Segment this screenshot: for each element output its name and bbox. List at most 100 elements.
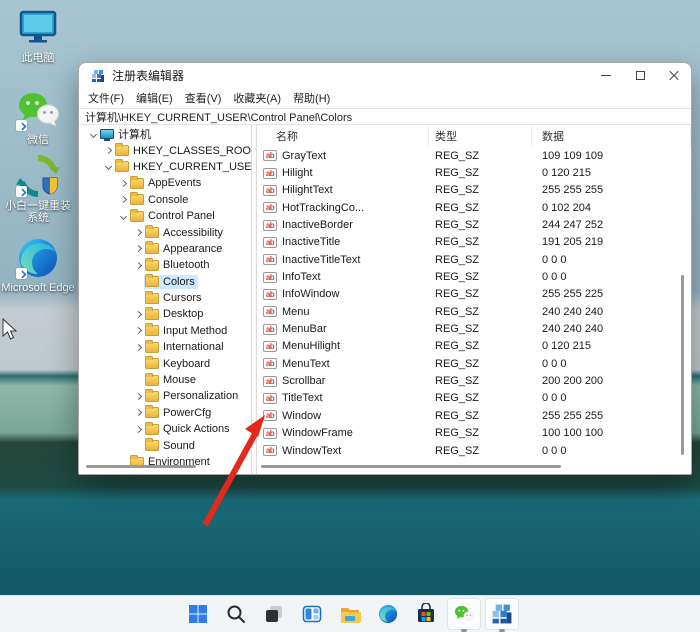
menu-item[interactable]: 文件(F) xyxy=(82,88,130,108)
tree-horizontal-scrollbar[interactable] xyxy=(86,465,196,468)
tree-item[interactable]: Sound xyxy=(79,437,251,453)
expander-chevron-icon[interactable] xyxy=(102,147,114,155)
expander-chevron-icon[interactable] xyxy=(132,409,144,417)
maximize-button[interactable] xyxy=(623,63,657,88)
key-folder-icon xyxy=(115,159,129,173)
desktop-icon-label: 微信 xyxy=(27,134,49,146)
expander-chevron-icon[interactable] xyxy=(102,163,114,171)
expander-chevron-icon[interactable] xyxy=(132,245,144,253)
expander-chevron-icon[interactable] xyxy=(132,279,144,284)
expander-chevron-icon[interactable] xyxy=(117,196,129,204)
store-button[interactable] xyxy=(409,598,443,630)
registry-value-row[interactable]: Hilight REG_SZ 0 120 215 xyxy=(257,164,691,181)
value-data: 240 240 240 xyxy=(542,323,604,336)
tree-item[interactable]: HKEY_CURRENT_USER xyxy=(79,159,251,175)
tree-item[interactable]: HKEY_CLASSES_ROOT xyxy=(79,142,251,158)
registry-value-row[interactable]: Menu REG_SZ 240 240 240 xyxy=(257,303,691,320)
search-button[interactable] xyxy=(219,598,253,630)
desktop-icon-wechat[interactable]: 微信 xyxy=(0,88,76,146)
registry-value-row[interactable]: InactiveBorder REG_SZ 244 247 252 xyxy=(257,216,691,233)
tree-item[interactable]: Keyboard xyxy=(79,355,251,371)
registry-editor-app-icon xyxy=(91,69,105,83)
tree-item[interactable]: Console xyxy=(79,192,251,208)
tree-item[interactable]: Mouse xyxy=(79,372,251,388)
tree-item[interactable]: Appearance xyxy=(79,241,251,257)
registry-value-row[interactable]: InfoWindow REG_SZ 255 255 225 xyxy=(257,286,691,303)
expander-chevron-icon[interactable] xyxy=(132,228,144,237)
desktop-icon-xiaobai-reinstall[interactable]: 小白一键重装 系统 xyxy=(0,154,76,224)
edge-button[interactable] xyxy=(371,598,405,630)
expander-chevron-icon[interactable] xyxy=(132,443,144,448)
registry-value-row[interactable]: HilightText REG_SZ 255 255 255 xyxy=(257,182,691,199)
edge-icon xyxy=(378,604,398,624)
tree-item[interactable]: Control Panel xyxy=(79,208,251,224)
value-name: Window xyxy=(282,409,322,422)
menu-item[interactable]: 查看(V) xyxy=(179,88,228,108)
registry-value-row[interactable]: Window REG_SZ 255 255 255 xyxy=(257,407,691,424)
expander-chevron-icon[interactable] xyxy=(132,425,144,433)
value-name: MenuBar xyxy=(282,323,327,336)
widgets-button[interactable] xyxy=(295,598,329,630)
address-bar[interactable]: 计算机\HKEY_CURRENT_USER\Control Panel\Colo… xyxy=(79,108,691,125)
registry-value-row[interactable]: GrayText REG_SZ 109 109 109 xyxy=(257,147,691,164)
key-folder-icon xyxy=(145,339,159,353)
registry-value-row[interactable]: InactiveTitleText REG_SZ 0 0 0 xyxy=(257,251,691,268)
tree-item[interactable]: Cursors xyxy=(79,290,251,306)
registry-value-row[interactable]: TitleText REG_SZ 0 0 0 xyxy=(257,390,691,407)
value-name: InfoWindow xyxy=(282,288,340,301)
tree-item[interactable]: Quick Actions xyxy=(79,421,251,437)
expander-chevron-icon[interactable] xyxy=(132,261,144,269)
expander-chevron-icon[interactable] xyxy=(117,460,129,465)
tree-item[interactable]: Input Method xyxy=(79,323,251,339)
desktop-icon-edge[interactable]: Microsoft Edge xyxy=(0,236,76,294)
minimize-button[interactable] xyxy=(589,63,623,88)
registry-value-row[interactable]: MenuText REG_SZ 0 0 0 xyxy=(257,355,691,372)
tree-item[interactable]: International xyxy=(79,339,251,355)
title-bar[interactable]: 注册表编辑器 xyxy=(79,63,691,88)
tree-item[interactable]: Desktop xyxy=(79,306,251,322)
close-button[interactable] xyxy=(657,63,691,88)
expander-chevron-icon[interactable] xyxy=(132,378,144,383)
menu-item[interactable]: 帮助(H) xyxy=(287,88,336,108)
expander-chevron-icon[interactable] xyxy=(87,130,99,138)
registry-editor-taskbar-button[interactable] xyxy=(485,598,519,630)
file-explorer-button[interactable] xyxy=(333,598,367,630)
tree-item[interactable]: Bluetooth xyxy=(79,257,251,273)
expander-chevron-icon[interactable] xyxy=(132,361,144,366)
value-name: InactiveBorder xyxy=(282,219,353,232)
value-type: REG_SZ xyxy=(435,149,480,162)
tree-item[interactable]: PowerCfg xyxy=(79,405,251,421)
registry-value-row[interactable]: InactiveTitle REG_SZ 191 205 219 xyxy=(257,234,691,251)
list-vertical-scrollbar[interactable] xyxy=(681,275,684,455)
tree-item[interactable]: 计算机 xyxy=(79,126,251,142)
registry-value-row[interactable]: WindowFrame REG_SZ 100 100 100 xyxy=(257,425,691,442)
tree-item[interactable]: AppEvents xyxy=(79,175,251,191)
expander-chevron-icon[interactable] xyxy=(117,212,129,220)
wechat-taskbar-button[interactable] xyxy=(447,598,481,630)
expander-chevron-icon[interactable] xyxy=(132,296,144,301)
registry-value-row[interactable]: InfoText REG_SZ 0 0 0 xyxy=(257,268,691,285)
column-header-name[interactable]: 名称 xyxy=(257,125,429,147)
registry-value-row[interactable]: MenuHilight REG_SZ 0 120 215 xyxy=(257,338,691,355)
column-header-data[interactable]: 数据 xyxy=(532,125,691,147)
expander-chevron-icon[interactable] xyxy=(132,392,144,400)
registry-value-row[interactable]: HotTrackingCo... REG_SZ 0 102 204 xyxy=(257,199,691,216)
expander-chevron-icon[interactable] xyxy=(132,327,144,335)
tree-item[interactable]: Colors xyxy=(79,274,251,290)
expander-chevron-icon[interactable] xyxy=(117,179,129,187)
registry-value-row[interactable]: MenuBar REG_SZ 240 240 240 xyxy=(257,320,691,337)
tree-item[interactable]: Personalization xyxy=(79,388,251,404)
list-horizontal-scrollbar[interactable] xyxy=(261,465,561,468)
desktop-icon-this-pc[interactable]: 此电脑 xyxy=(0,6,76,64)
start-button[interactable] xyxy=(181,598,215,630)
menu-item[interactable]: 收藏夹(A) xyxy=(227,88,287,108)
registry-value-row[interactable]: WindowText REG_SZ 0 0 0 xyxy=(257,442,691,459)
tree-item[interactable]: Accessibility xyxy=(79,224,251,240)
string-value-icon xyxy=(263,358,277,370)
expander-chevron-icon[interactable] xyxy=(132,310,144,319)
menu-item[interactable]: 编辑(E) xyxy=(130,88,179,108)
task-view-button[interactable] xyxy=(257,598,291,630)
column-header-type[interactable]: 类型 xyxy=(429,125,532,147)
registry-value-row[interactable]: Scrollbar REG_SZ 200 200 200 xyxy=(257,372,691,389)
expander-chevron-icon[interactable] xyxy=(132,343,144,351)
